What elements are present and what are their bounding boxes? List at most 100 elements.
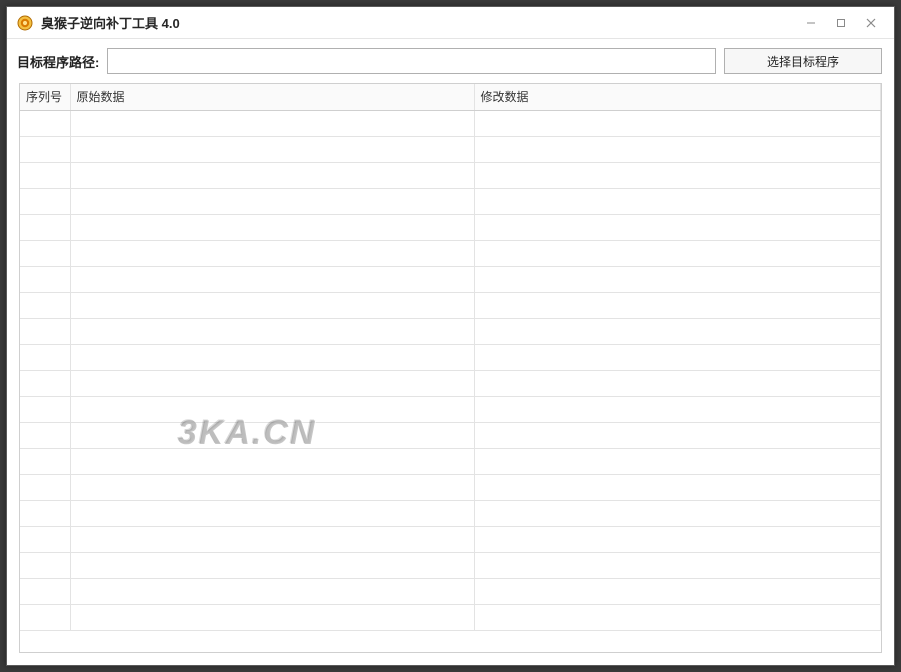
data-table-container: 序列号 原始数据 修改数据 3KA.CN (19, 83, 882, 653)
table-cell-seq (20, 474, 70, 500)
table-cell-modified (474, 136, 881, 162)
table-cell-seq (20, 396, 70, 422)
table-cell-seq (20, 162, 70, 188)
table-cell-seq (20, 214, 70, 240)
table-cell-original (70, 396, 474, 422)
table-cell-original (70, 266, 474, 292)
table-cell-original (70, 162, 474, 188)
table-cell-seq (20, 136, 70, 162)
table-cell-original (70, 500, 474, 526)
table-cell-original (70, 344, 474, 370)
table-header-row: 序列号 原始数据 修改数据 (20, 84, 881, 110)
table-cell-modified (474, 396, 881, 422)
table-cell-original (70, 292, 474, 318)
table-cell-modified (474, 604, 881, 630)
app-window: 臭猴子逆向补丁工具 4.0 目标程序路径: 选择目标程序 序列号 (6, 6, 895, 666)
maximize-icon (836, 18, 846, 28)
window-controls (796, 11, 886, 35)
table-row[interactable] (20, 396, 881, 422)
table-cell-seq (20, 578, 70, 604)
table-cell-seq (20, 552, 70, 578)
table-cell-modified (474, 370, 881, 396)
table-cell-original (70, 604, 474, 630)
table-cell-seq (20, 422, 70, 448)
table-row[interactable] (20, 240, 881, 266)
data-table: 序列号 原始数据 修改数据 (20, 84, 881, 631)
table-row[interactable] (20, 188, 881, 214)
table-cell-original (70, 136, 474, 162)
table-cell-modified (474, 578, 881, 604)
close-icon (866, 18, 876, 28)
table-cell-modified (474, 240, 881, 266)
table-row[interactable] (20, 552, 881, 578)
table-cell-seq (20, 110, 70, 136)
table-cell-original (70, 552, 474, 578)
table-cell-original (70, 578, 474, 604)
table-row[interactable] (20, 344, 881, 370)
table-cell-seq (20, 318, 70, 344)
table-cell-modified (474, 266, 881, 292)
window-title: 臭猴子逆向补丁工具 4.0 (41, 13, 796, 32)
table-row[interactable] (20, 578, 881, 604)
table-row[interactable] (20, 110, 881, 136)
close-button[interactable] (856, 11, 886, 35)
target-path-input[interactable] (107, 48, 716, 74)
table-cell-modified (474, 344, 881, 370)
toolbar: 目标程序路径: 选择目标程序 (7, 39, 894, 83)
table-row[interactable] (20, 500, 881, 526)
table-cell-modified (474, 188, 881, 214)
browse-target-button[interactable]: 选择目标程序 (724, 48, 882, 74)
table-cell-modified (474, 110, 881, 136)
col-header-original[interactable]: 原始数据 (70, 84, 474, 110)
table-row[interactable] (20, 422, 881, 448)
maximize-button[interactable] (826, 11, 856, 35)
table-cell-original (70, 318, 474, 344)
table-cell-modified (474, 292, 881, 318)
table-row[interactable] (20, 604, 881, 630)
table-cell-modified (474, 162, 881, 188)
table-row[interactable] (20, 162, 881, 188)
titlebar: 臭猴子逆向补丁工具 4.0 (7, 7, 894, 39)
table-cell-original (70, 448, 474, 474)
app-icon (17, 15, 33, 31)
table-cell-seq (20, 292, 70, 318)
table-row[interactable] (20, 318, 881, 344)
table-row[interactable] (20, 266, 881, 292)
table-cell-modified (474, 448, 881, 474)
table-row[interactable] (20, 448, 881, 474)
table-cell-seq (20, 240, 70, 266)
table-cell-seq (20, 604, 70, 630)
table-cell-original (70, 214, 474, 240)
table-cell-modified (474, 552, 881, 578)
table-row[interactable] (20, 370, 881, 396)
col-header-modified[interactable]: 修改数据 (474, 84, 881, 110)
table-cell-modified (474, 318, 881, 344)
table-cell-seq (20, 344, 70, 370)
table-cell-original (70, 110, 474, 136)
table-cell-original (70, 526, 474, 552)
table-cell-original (70, 370, 474, 396)
table-cell-modified (474, 214, 881, 240)
table-cell-modified (474, 422, 881, 448)
minimize-button[interactable] (796, 11, 826, 35)
table-row[interactable] (20, 136, 881, 162)
table-cell-seq (20, 370, 70, 396)
table-cell-original (70, 188, 474, 214)
table-row[interactable] (20, 474, 881, 500)
table-row[interactable] (20, 526, 881, 552)
minimize-icon (806, 18, 816, 28)
table-cell-seq (20, 500, 70, 526)
table-cell-seq (20, 526, 70, 552)
table-cell-original (70, 474, 474, 500)
table-cell-seq (20, 266, 70, 292)
table-cell-modified (474, 526, 881, 552)
table-row[interactable] (20, 292, 881, 318)
table-cell-modified (474, 500, 881, 526)
table-row[interactable] (20, 214, 881, 240)
table-cell-seq (20, 448, 70, 474)
table-cell-original (70, 240, 474, 266)
table-cell-original (70, 422, 474, 448)
table-cell-modified (474, 474, 881, 500)
col-header-seq[interactable]: 序列号 (20, 84, 70, 110)
table-cell-seq (20, 188, 70, 214)
